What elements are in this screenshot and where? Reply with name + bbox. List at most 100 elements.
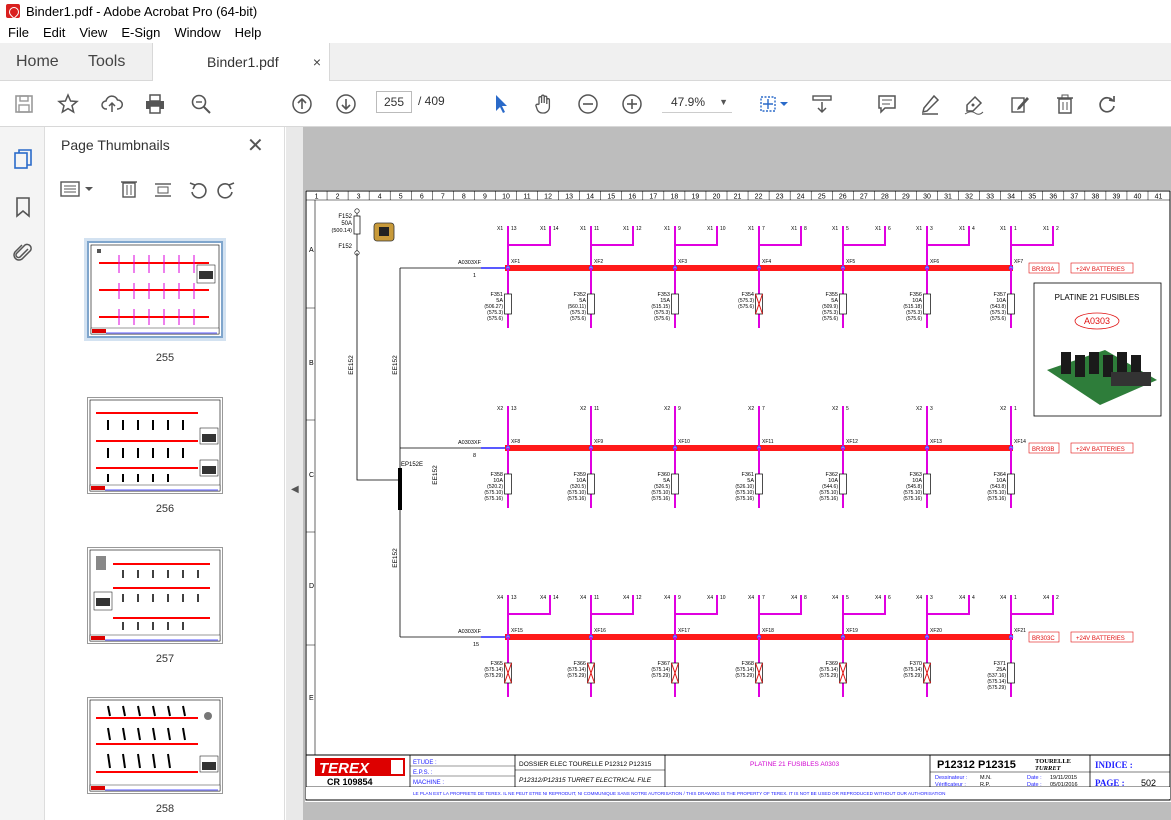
terminal-label: X4 [916, 595, 922, 601]
cable-label: EE152 [392, 355, 399, 375]
terminal-block-label: XF9 [594, 439, 603, 445]
terminal-label: X1 [748, 226, 754, 232]
terminal-pin: 2 [1056, 226, 1059, 232]
fit-page-dropdown-icon[interactable] [778, 92, 790, 116]
rotate-left-icon[interactable] [189, 182, 207, 199]
terex-logo-mark [391, 760, 403, 774]
zoom-search-icon[interactable] [189, 92, 213, 116]
terminal-pin: 3 [930, 226, 933, 232]
column-number: 30 [923, 194, 931, 201]
tab-home[interactable]: Home [16, 43, 59, 81]
end-reference: BR303A [1032, 267, 1054, 273]
terminal-pin: 14 [553, 595, 559, 601]
thumbnail-page[interactable] [87, 547, 223, 644]
tab-tools[interactable]: Tools [88, 43, 125, 81]
column-number: 29 [902, 194, 910, 201]
thumbnail-delete-icon[interactable] [121, 181, 137, 198]
highlight-pen-icon[interactable] [918, 92, 942, 116]
terminal-pin: 5 [846, 406, 849, 412]
delete-icon[interactable] [1053, 92, 1077, 116]
thumbnail-toolbar [45, 174, 285, 206]
close-panel-icon[interactable]: ✕ [247, 133, 264, 158]
previous-page-icon[interactable] [290, 92, 314, 116]
next-page-icon[interactable] [334, 92, 358, 116]
thumbnail-extract-icon[interactable] [155, 183, 171, 197]
titleblock-turret-word: TURRET [1035, 765, 1062, 772]
save-icon[interactable] [12, 92, 36, 116]
menu-view[interactable]: View [72, 25, 114, 40]
column-number: 19 [692, 194, 700, 201]
terminal-pin: 11 [594, 226, 599, 232]
bookmark-star-icon[interactable] [56, 92, 80, 116]
page-number-input[interactable]: 255 [376, 91, 412, 113]
terminal-pin: 10 [720, 226, 726, 232]
terminal-label: X1 [1000, 226, 1006, 232]
edit-pdf-icon[interactable] [1008, 92, 1032, 116]
collapse-panel-handle[interactable]: ◀ [286, 127, 303, 820]
terminal-pin: 6 [888, 595, 891, 601]
title-bar: Binder1.pdf - Adobe Acrobat Pro (64-bit) [0, 0, 1171, 22]
column-number: 33 [986, 194, 994, 201]
print-icon[interactable] [143, 92, 167, 116]
terminal-pin: 12 [636, 595, 642, 601]
terminal-pin: 11 [594, 595, 599, 601]
terminal-label: X1 [959, 226, 965, 232]
column-number: 28 [881, 194, 889, 201]
terminal-label: X1 [580, 226, 586, 232]
titleblock-page-number: 502 [1141, 778, 1156, 788]
menu-edit[interactable]: Edit [36, 25, 72, 40]
comment-icon[interactable] [875, 92, 899, 116]
hand-tool-icon[interactable] [532, 92, 556, 116]
terminal-label: X1 [1043, 226, 1049, 232]
menu-help[interactable]: Help [228, 25, 269, 40]
column-number: 18 [670, 194, 678, 201]
menu-file[interactable]: File [0, 25, 36, 40]
terminal-pin: 13 [511, 406, 517, 412]
terminal-pin: 5 [846, 595, 849, 601]
fuse [587, 473, 595, 495]
sign-pen-icon[interactable] [962, 92, 986, 116]
thumbnail-page[interactable] [87, 397, 223, 494]
column-number: 11 [523, 194, 530, 201]
thumbnail-page[interactable] [87, 697, 223, 794]
schematic-drawing: 1 2 3 4 5 6 7 8 9 10 11 12 13 14 15 16 17 18 19 20 21 22 23 24 2… [305, 190, 1171, 801]
tab-document[interactable]: Binder1.pdf × [152, 43, 330, 82]
thumbnail-page[interactable] [84, 238, 226, 341]
zoom-in-icon[interactable] [620, 92, 644, 116]
terminal-label: X1 [623, 226, 629, 232]
scroll-mode-icon[interactable] [810, 92, 834, 116]
menu-window[interactable]: Window [167, 25, 227, 40]
fuse-label: F152 [338, 244, 352, 250]
fuse-reference: (575.6) [906, 316, 922, 322]
zoom-level-select[interactable]: 47.9% ▼ [662, 91, 732, 113]
column-number: 39 [1113, 194, 1121, 201]
close-tab-icon[interactable]: × [313, 43, 321, 81]
page-total: / 409 [418, 94, 445, 108]
upload-cloud-icon[interactable] [100, 92, 124, 116]
thumbnail-options-icon[interactable] [60, 181, 93, 197]
window-title: Binder1.pdf - Adobe Acrobat Pro (64-bit) [26, 3, 258, 19]
fuse-board-picture [1111, 372, 1151, 386]
cable-label: EE152 [392, 548, 399, 568]
attachments-icon[interactable] [11, 241, 35, 265]
fit-page-icon[interactable] [756, 92, 780, 116]
menu-esign[interactable]: E-Sign [114, 25, 167, 40]
terminal-pin: 8 [804, 226, 807, 232]
select-cursor-icon[interactable] [489, 92, 513, 116]
redo-icon[interactable] [1095, 92, 1119, 116]
column-number: 22 [755, 194, 763, 201]
fuse [671, 473, 679, 495]
page-thumbnails-icon[interactable] [11, 147, 35, 171]
terminal-block-label: XF17 [678, 628, 690, 634]
terminal-pin: 4 [972, 595, 975, 601]
titleblock-turret: P12312/P12315 TURRET ELECTRICAL FILE [519, 777, 652, 784]
fuse [923, 293, 931, 315]
panel-title: PLATINE 21 FUSIBLES [1055, 293, 1140, 302]
terminal-label: X4 [580, 595, 586, 601]
zoom-out-icon[interactable] [576, 92, 600, 116]
fuse-board-picture [1061, 352, 1071, 374]
rotate-right-icon[interactable] [217, 182, 235, 199]
column-number: 31 [944, 194, 952, 201]
row-letter: A [309, 247, 314, 254]
bookmarks-icon[interactable] [11, 195, 35, 219]
